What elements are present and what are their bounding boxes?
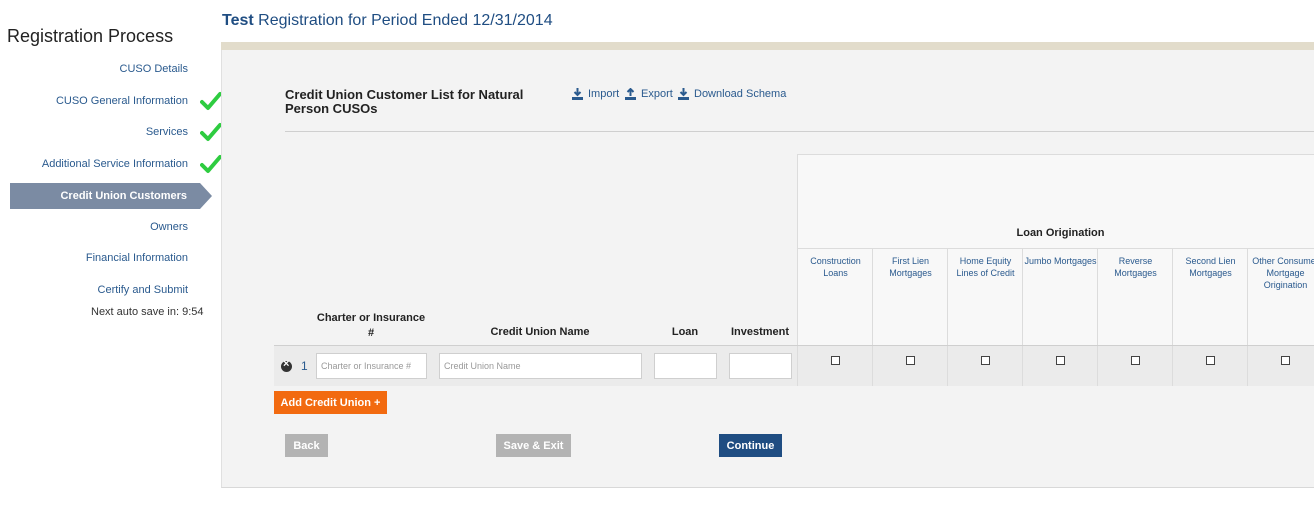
sidebar-item-owners[interactable]: Owners xyxy=(150,221,188,233)
cell-divider xyxy=(797,346,798,386)
checkmark-icon xyxy=(200,92,222,110)
row-number: 1 xyxy=(301,359,308,373)
charter-input[interactable] xyxy=(316,353,427,379)
col-header-investment: Investment xyxy=(730,326,790,338)
sidebar-title: Registration Process xyxy=(7,26,174,46)
sidebar-item-label: Credit Union Customers xyxy=(60,190,187,202)
cell-divider xyxy=(872,346,873,386)
import-label: Import xyxy=(588,88,620,100)
sidebar-item-services[interactable]: Services xyxy=(146,126,188,138)
col-header-reverse-mortgages: Reverse Mortgages xyxy=(1114,256,1157,278)
cell-divider xyxy=(1097,346,1098,386)
col-header-loan: Loan xyxy=(671,326,699,338)
cell-divider xyxy=(947,346,948,386)
checkmark-icon xyxy=(200,123,222,141)
cell-divider xyxy=(1172,346,1173,386)
checkbox-construction-loans[interactable] xyxy=(831,356,840,365)
checkmark-icon xyxy=(200,155,222,173)
col-header-construction-loans: Construction Loans xyxy=(810,256,861,278)
export-icon xyxy=(625,88,636,100)
investment-input[interactable] xyxy=(729,353,792,379)
export-label: Export xyxy=(641,88,673,100)
sidebar-item-certify-and-submit[interactable]: Certify and Submit xyxy=(98,284,188,296)
col-header-jumbo-mortgages: Jumbo Mortgages xyxy=(1024,256,1097,266)
table-row xyxy=(274,346,1314,386)
col-header-other-consumer-mortgage: Other Consumer Mortgage Origination xyxy=(1252,256,1314,290)
checkbox-home-equity[interactable] xyxy=(981,356,990,365)
import-icon xyxy=(572,88,583,100)
cell-divider xyxy=(1247,346,1248,386)
continue-button[interactable]: Continue xyxy=(719,434,782,457)
col-header-credit-union-name: Credit Union Name xyxy=(490,326,590,338)
sidebar-item-cuso-details[interactable]: CUSO Details xyxy=(120,63,188,75)
checkbox-other-consumer-mortgage[interactable] xyxy=(1281,356,1290,365)
sidebar-item-financial-information[interactable]: Financial Information xyxy=(86,252,188,264)
page-title-bold: Test xyxy=(222,12,254,29)
remove-row-icon[interactable] xyxy=(281,358,292,372)
save-exit-button[interactable]: Save & Exit xyxy=(496,434,571,457)
header-stripe xyxy=(221,42,1314,50)
sidebar-item-additional-service-information[interactable]: Additional Service Information xyxy=(42,158,188,170)
download-schema-label: Download Schema xyxy=(694,88,787,100)
col-header-first-lien-mortgages: First Lien Mortgages xyxy=(889,256,932,278)
section-divider xyxy=(285,131,1314,132)
col-header-home-equity: Home Equity Lines of Credit xyxy=(956,256,1015,278)
add-credit-union-button[interactable]: Add Credit Union + xyxy=(274,391,387,414)
loan-origination-title: Loan Origination xyxy=(1016,227,1105,239)
checkbox-first-lien-mortgages[interactable] xyxy=(906,356,915,365)
loan-input[interactable] xyxy=(654,353,717,379)
col-header-second-lien-mortgages: Second Lien Mortgages xyxy=(1185,256,1236,278)
import-link[interactable]: Import xyxy=(572,88,619,100)
checkbox-second-lien-mortgages[interactable] xyxy=(1206,356,1215,365)
col-header-charter: Charter or Insurance # xyxy=(316,312,426,339)
section-title: Credit Union Customer List for Natural P… xyxy=(285,87,524,116)
sidebar-item-credit-union-customers[interactable]: Credit Union Customers xyxy=(10,183,212,209)
checkbox-jumbo-mortgages[interactable] xyxy=(1056,356,1065,365)
cell-divider xyxy=(1022,346,1023,386)
autosave-status: Next auto save in: 9:54 xyxy=(91,306,204,318)
download-icon xyxy=(678,88,689,100)
sidebar-item-cuso-general-information[interactable]: CUSO General Information xyxy=(56,95,188,107)
export-link[interactable]: Export xyxy=(625,88,673,100)
page-title-rest: Registration for Period Ended 12/31/2014 xyxy=(253,12,553,29)
download-schema-link[interactable]: Download Schema xyxy=(678,88,786,100)
back-button[interactable]: Back xyxy=(285,434,328,457)
page-title: Test Registration for Period Ended 12/31… xyxy=(222,12,553,30)
checkbox-reverse-mortgages[interactable] xyxy=(1131,356,1140,365)
credit-union-name-input[interactable] xyxy=(439,353,642,379)
